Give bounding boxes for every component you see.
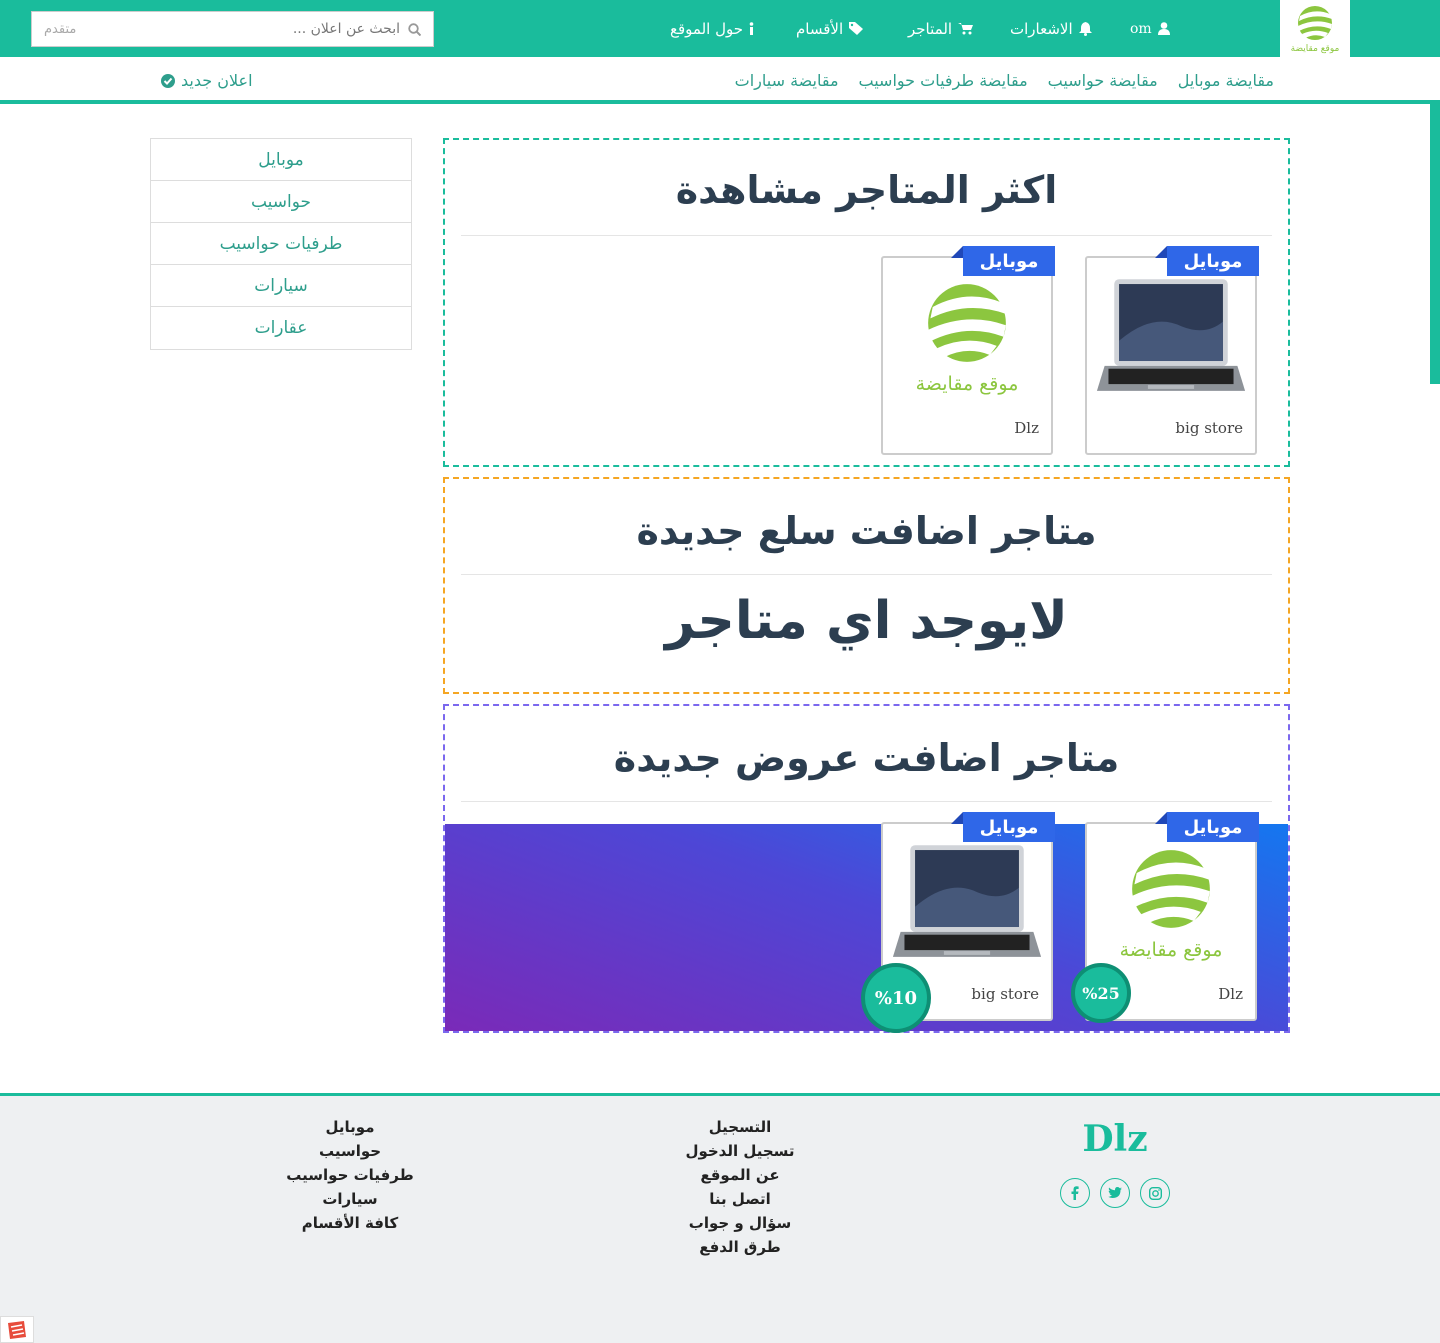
footer-link-computers[interactable]: حواسيب <box>319 1142 381 1160</box>
recaptcha-badge[interactable] <box>0 1316 34 1343</box>
subnav-item-mobile[interactable]: مقايضة موبايل <box>1178 71 1274 90</box>
search-box: ابحث عن اعلان ... متقدم <box>31 11 434 47</box>
footer-links-categories: موبايل حواسيب طرفيات حواسيب سيارات كافة … <box>250 1118 450 1232</box>
nav-notifications-label: الاشعارات <box>1010 19 1073 38</box>
store-name: Dlz <box>1014 419 1039 437</box>
facebook-icon[interactable] <box>1060 1178 1090 1208</box>
new-ad-link[interactable]: اعلان جديد <box>161 57 253 104</box>
category-subnav: مقايضة موبايل مقايضة حواسيب مقايضة طرفيا… <box>0 57 1440 104</box>
nav-sections-label: الأقسام <box>796 19 844 38</box>
footer-brand: Dlz <box>1082 1118 1148 1160</box>
most-viewed-panel: اكثر المتاجر مشاهدة موبايل big store موب… <box>443 138 1290 467</box>
new-offers-title: متاجر اضافت عروض جديدة <box>613 736 1120 780</box>
logo-caption: موقع مقايضة <box>1290 43 1340 54</box>
discount-badge: %10 <box>861 963 931 1033</box>
advanced-search-link[interactable]: متقدم <box>44 22 76 37</box>
user-icon <box>1157 22 1170 35</box>
empty-stores-message: لايوجد اي متاجر <box>665 591 1068 651</box>
nav-about[interactable]: حول الموقع <box>670 0 755 57</box>
footer-link-payment[interactable]: طرق الدفع <box>699 1238 781 1256</box>
scrollbar-thumb[interactable] <box>1430 104 1440 384</box>
site-logo[interactable]: موقع مقايضة <box>1280 0 1350 57</box>
globe-logo-image: موقع مقايضة <box>891 268 1043 404</box>
category-links: مقايضة موبايل مقايضة حواسيب مقايضة طرفيا… <box>735 57 1274 104</box>
globe-logo-icon <box>1298 5 1332 40</box>
most-viewed-title: اكثر المتاجر مشاهدة <box>675 168 1058 212</box>
nav-sections[interactable]: الأقسام <box>796 0 864 57</box>
new-ad-label: اعلان جديد <box>181 71 253 90</box>
footer-link-about[interactable]: عن الموقع <box>700 1166 779 1184</box>
store-card[interactable]: موبايل موقع مقايضة Dlz <box>881 246 1055 455</box>
search-icon[interactable] <box>408 22 421 36</box>
laptop-image <box>1095 268 1247 404</box>
nav-stores-label: المتاجر <box>908 19 953 38</box>
sidebar-item-cars[interactable]: سيارات <box>151 265 411 307</box>
recaptcha-icon <box>8 1320 26 1339</box>
sidebar-item-computers[interactable]: حواسيب <box>151 181 411 223</box>
footer-link-mobile[interactable]: موبايل <box>326 1118 375 1136</box>
nav-user[interactable]: om <box>1130 0 1170 57</box>
divider <box>461 801 1272 802</box>
category-sidebar: موبايل حواسيب طرفيات حواسيب سيارات عقارا… <box>150 138 412 350</box>
nav-stores[interactable]: المتاجر <box>908 0 974 57</box>
footer-link-register[interactable]: التسجيل <box>709 1118 771 1136</box>
footer-link-all[interactable]: كافة الأقسام <box>302 1214 399 1232</box>
subnav-item-computers[interactable]: مقايضة حواسيب <box>1048 71 1158 90</box>
footer-links-site: التسجيل تسجيل الدخول عن الموقع اتصل بنا … <box>640 1118 840 1256</box>
subnav-item-cars[interactable]: مقايضة سيارات <box>735 71 839 90</box>
logo-caption: موقع مقايضة <box>915 373 1019 395</box>
social-links <box>1060 1178 1170 1208</box>
footer-link-cars[interactable]: سيارات <box>322 1190 377 1208</box>
nav-notifications[interactable]: الاشعارات <box>1010 0 1092 57</box>
sidebar-item-mobile[interactable]: موبايل <box>151 139 411 181</box>
tags-icon <box>849 22 864 35</box>
divider <box>461 235 1272 236</box>
globe-logo-image: موقع مقايضة <box>1095 834 1247 970</box>
globe-logo-icon <box>1132 850 1210 928</box>
logo-caption: موقع مقايضة <box>1119 939 1223 961</box>
sidebar-item-peripherals[interactable]: طرفيات حواسيب <box>151 223 411 265</box>
globe-logo-icon <box>928 284 1006 362</box>
sidebar-item-realestate[interactable]: عقارات <box>151 307 411 349</box>
footer-link-login[interactable]: تسجيل الدخول <box>685 1142 794 1160</box>
store-card[interactable]: موبايل big store <box>1085 246 1259 455</box>
info-icon <box>749 22 754 35</box>
new-items-panel: متاجر اضافت سلع جديدة لايوجد اي متاجر <box>443 477 1290 694</box>
subnav-item-peripherals[interactable]: مقايضة طرفيات حواسيب <box>859 71 1028 90</box>
store-name: big store <box>1175 419 1243 437</box>
bell-icon <box>1078 21 1092 36</box>
instagram-icon[interactable] <box>1140 1178 1170 1208</box>
nav-about-label: حول الموقع <box>670 19 744 38</box>
discount-badge: %25 <box>1071 963 1131 1023</box>
store-name: Dlz <box>1218 985 1243 1003</box>
new-items-title: متاجر اضافت سلع جديدة <box>636 509 1097 553</box>
store-name: big store <box>971 985 1039 1003</box>
laptop-image <box>891 834 1043 970</box>
new-offers-panel: متاجر اضافت عروض جديدة موبايل موقع مقايض… <box>443 704 1290 1033</box>
search-input[interactable]: ابحث عن اعلان ... <box>76 21 400 37</box>
cart-icon <box>958 23 974 35</box>
site-footer: Dlz التسجيل تسجيل الدخول عن الموقع اتصل … <box>0 1093 1440 1343</box>
top-navbar: موقع مقايضة om الاشعارات المتاجر الأقسام… <box>0 0 1440 57</box>
footer-link-peripherals[interactable]: طرفيات حواسيب <box>286 1166 413 1184</box>
check-circle-icon <box>161 73 175 88</box>
nav-user-label: om <box>1130 20 1152 37</box>
footer-link-contact[interactable]: اتصل بنا <box>709 1190 771 1208</box>
twitter-icon[interactable] <box>1100 1178 1130 1208</box>
footer-link-faq[interactable]: سؤال و جواب <box>689 1214 792 1232</box>
divider <box>461 574 1272 575</box>
